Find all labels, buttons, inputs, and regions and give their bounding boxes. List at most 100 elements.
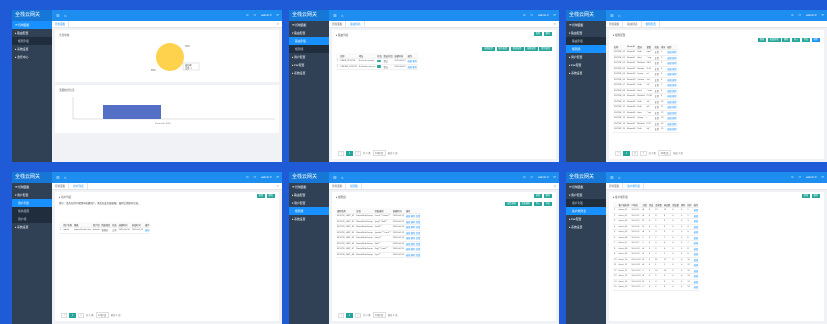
row-actions[interactable]: 编辑 删除 xyxy=(666,93,678,100)
add-button[interactable]: 新增 xyxy=(533,32,543,36)
screen-icon[interactable]: ▭ xyxy=(798,175,801,179)
row-actions[interactable]: 编辑 删除 xyxy=(666,121,678,127)
page-1-button[interactable]: 1 xyxy=(623,150,630,156)
page-1-button[interactable]: 1 xyxy=(346,150,353,156)
config-rule-button[interactable]: 配置规则 xyxy=(505,202,518,206)
sidebar-item-user-group[interactable]: 用户组 xyxy=(12,215,52,223)
limit-config-button[interactable]: 限流配置 xyxy=(510,47,524,51)
sidebar-item-system[interactable]: ▸ 系统设置 xyxy=(566,69,606,77)
export-button[interactable]: 导出 xyxy=(543,202,552,206)
tab-client-list[interactable]: 客户端列表 xyxy=(624,183,645,190)
next-page-button[interactable]: > xyxy=(640,150,647,156)
sidebar-item-route[interactable]: ▸ 路由配置 xyxy=(289,191,329,199)
refresh-icon[interactable]: ⟳ xyxy=(553,13,556,17)
row-actions[interactable]: 编辑 删除 xyxy=(666,55,678,61)
row-actions[interactable]: 编辑 删除 xyxy=(666,126,678,133)
delete-button[interactable]: 删除 xyxy=(266,194,275,198)
home-icon[interactable]: ⌂ xyxy=(64,13,66,18)
refresh-icon[interactable]: ⟳ xyxy=(276,175,279,179)
screen-icon[interactable]: ▭ xyxy=(798,13,801,17)
fullscreen-icon[interactable]: ⊙ xyxy=(791,175,794,179)
page-size-select[interactable]: 10条/页 xyxy=(372,150,386,156)
row-actions[interactable]: 编辑 删除 xyxy=(406,64,418,70)
row-actions[interactable]: 编辑 删除 xyxy=(666,104,678,111)
tab-dashboard[interactable]: 控制面板 xyxy=(329,21,347,28)
screen-icon[interactable]: ▭ xyxy=(253,175,256,179)
row-actions[interactable]: 编辑 删除 查看 xyxy=(404,235,422,242)
row-actions[interactable]: 编辑 删除 xyxy=(666,88,678,94)
rewrite-config-button[interactable]: 重写配置 xyxy=(539,47,552,51)
user-menu[interactable]: admin ▾ xyxy=(806,175,817,179)
tab-user-list[interactable]: 用户列表 xyxy=(70,183,88,190)
row-actions[interactable]: 编辑 删除 查看 xyxy=(404,246,422,253)
home-icon[interactable]: ⌂ xyxy=(618,13,620,18)
top-right-tools[interactable]: ⊙ ▭ admin ▾ ⟳ xyxy=(519,175,556,179)
sidebar-item-dashboard[interactable]: ☰ 控制面板 xyxy=(12,183,52,191)
delete-button[interactable]: 删除 xyxy=(543,194,552,198)
user-menu[interactable]: admin ▾ xyxy=(261,13,272,17)
user-menu[interactable]: admin ▾ xyxy=(261,175,272,179)
sidebar-item-system[interactable]: ▸ 系统设置 xyxy=(12,223,52,231)
table-row[interactable]: ROUTE_GRP_08 RouteRuleGroup/sys/** 2020-04… xyxy=(336,252,422,258)
sidebar-item-client-list[interactable]: 客户端列表 xyxy=(566,207,606,215)
fullscreen-icon[interactable]: ⊙ xyxy=(246,175,249,179)
sidebar-item-route-list[interactable]: 路由列表 xyxy=(289,37,329,45)
add-button[interactable]: 新增 xyxy=(533,194,543,198)
row-actions[interactable]: 编辑 删除 xyxy=(666,49,678,56)
delete-button[interactable]: 删除 xyxy=(782,38,791,42)
close-icon[interactable]: ✕ xyxy=(276,22,279,26)
user-menu[interactable]: admin ▾ xyxy=(806,13,817,17)
refresh-icon[interactable]: ⟳ xyxy=(821,175,824,179)
fullscreen-icon[interactable]: ⊙ xyxy=(791,13,794,17)
close-icon[interactable]: ✕ xyxy=(553,184,556,188)
screen-icon[interactable]: ▭ xyxy=(530,13,533,17)
page-jump[interactable]: 前往 1 页 xyxy=(673,151,683,155)
prev-page-button[interactable]: < xyxy=(338,150,345,156)
sidebar-item-user[interactable]: ▾ 用户配置 xyxy=(12,191,52,199)
fullscreen-icon[interactable]: ⊙ xyxy=(523,13,526,17)
screen-icon[interactable]: ▭ xyxy=(530,175,533,179)
tab-route-list[interactable]: 路由列表 xyxy=(347,21,365,28)
home-icon[interactable]: ⌂ xyxy=(341,175,343,180)
row-actions[interactable]: 编辑 删除 查看 xyxy=(404,224,422,231)
tab-dashboard[interactable]: 控制面板 xyxy=(606,21,624,28)
sidebar-item-user[interactable]: ▾ 用户配置 xyxy=(566,191,606,199)
tab-rule-group[interactable]: 规则组 xyxy=(347,183,362,190)
page-2-button[interactable]: 2 xyxy=(631,150,639,156)
row-actions[interactable]: 编辑 删除 xyxy=(666,99,678,105)
rule-config-button[interactable]: 规则配置 xyxy=(482,47,495,51)
next-page-button[interactable]: > xyxy=(354,150,362,156)
status-toggle[interactable] xyxy=(377,65,382,68)
import-button[interactable]: 导入 xyxy=(791,38,801,42)
tab-dashboard[interactable]: 控制面板 xyxy=(52,21,70,28)
menu-toggle-icon[interactable]: ☰ xyxy=(610,175,614,180)
sidebar-item-user[interactable]: ▸ 用户配置 xyxy=(289,53,329,61)
sidebar-item-route[interactable]: ▸ 路由配置 xyxy=(12,29,52,37)
sidebar-item-user-list[interactable]: 用户列表 xyxy=(566,199,606,207)
tab-route-list[interactable]: 路由列表 xyxy=(624,21,642,28)
tab-dashboard[interactable]: 控制面板 xyxy=(329,183,347,190)
row-actions[interactable]: 编辑 删除 查看 xyxy=(404,213,422,220)
delete-button[interactable]: 删除 xyxy=(543,32,552,36)
table-row[interactable]: 15 client_15 10.0.0.15 C 0 6 6 0 0 15 编辑 xyxy=(613,284,700,291)
sidebar-item-dashboard[interactable]: ☰ 控制面板 xyxy=(566,183,606,191)
row-actions[interactable]: 编辑 xyxy=(692,284,700,291)
prev-page-button[interactable]: < xyxy=(615,150,622,156)
prev-page-button[interactable]: < xyxy=(61,312,68,318)
row-actions[interactable]: 编辑 xyxy=(144,227,151,234)
row-actions[interactable]: 编辑 删除 查看 xyxy=(404,230,422,236)
add-button[interactable]: 新增 xyxy=(256,194,266,198)
table-row[interactable]: 2 ORDER_ROUTE lb://order-service 默认 2020… xyxy=(336,64,418,70)
row-actions[interactable]: 编辑 删除 xyxy=(666,77,678,83)
sidebar-item-monitor[interactable]: ▸ 监控中心 xyxy=(12,53,52,61)
breaker-config-button[interactable]: 熔断配置 xyxy=(525,47,538,51)
sidebar-item-fac[interactable]: ▸ Fac配置 xyxy=(289,61,329,69)
delete-button[interactable]: 删除 xyxy=(811,194,820,198)
sidebar-item-route-list[interactable]: 路由列表 xyxy=(566,37,606,45)
row-actions[interactable]: 编辑 删除 xyxy=(666,71,678,78)
sidebar-item-route[interactable]: ▾ 路由配置 xyxy=(289,29,329,37)
sidebar-item-rule-group[interactable]: 规则组 xyxy=(566,45,606,53)
tab-dashboard[interactable]: 控制面板 xyxy=(52,183,70,190)
sidebar-item-system[interactable]: ▸ 系统设置 xyxy=(289,69,329,77)
sidebar-item-system[interactable]: ▸ 系统设置 xyxy=(566,223,606,231)
